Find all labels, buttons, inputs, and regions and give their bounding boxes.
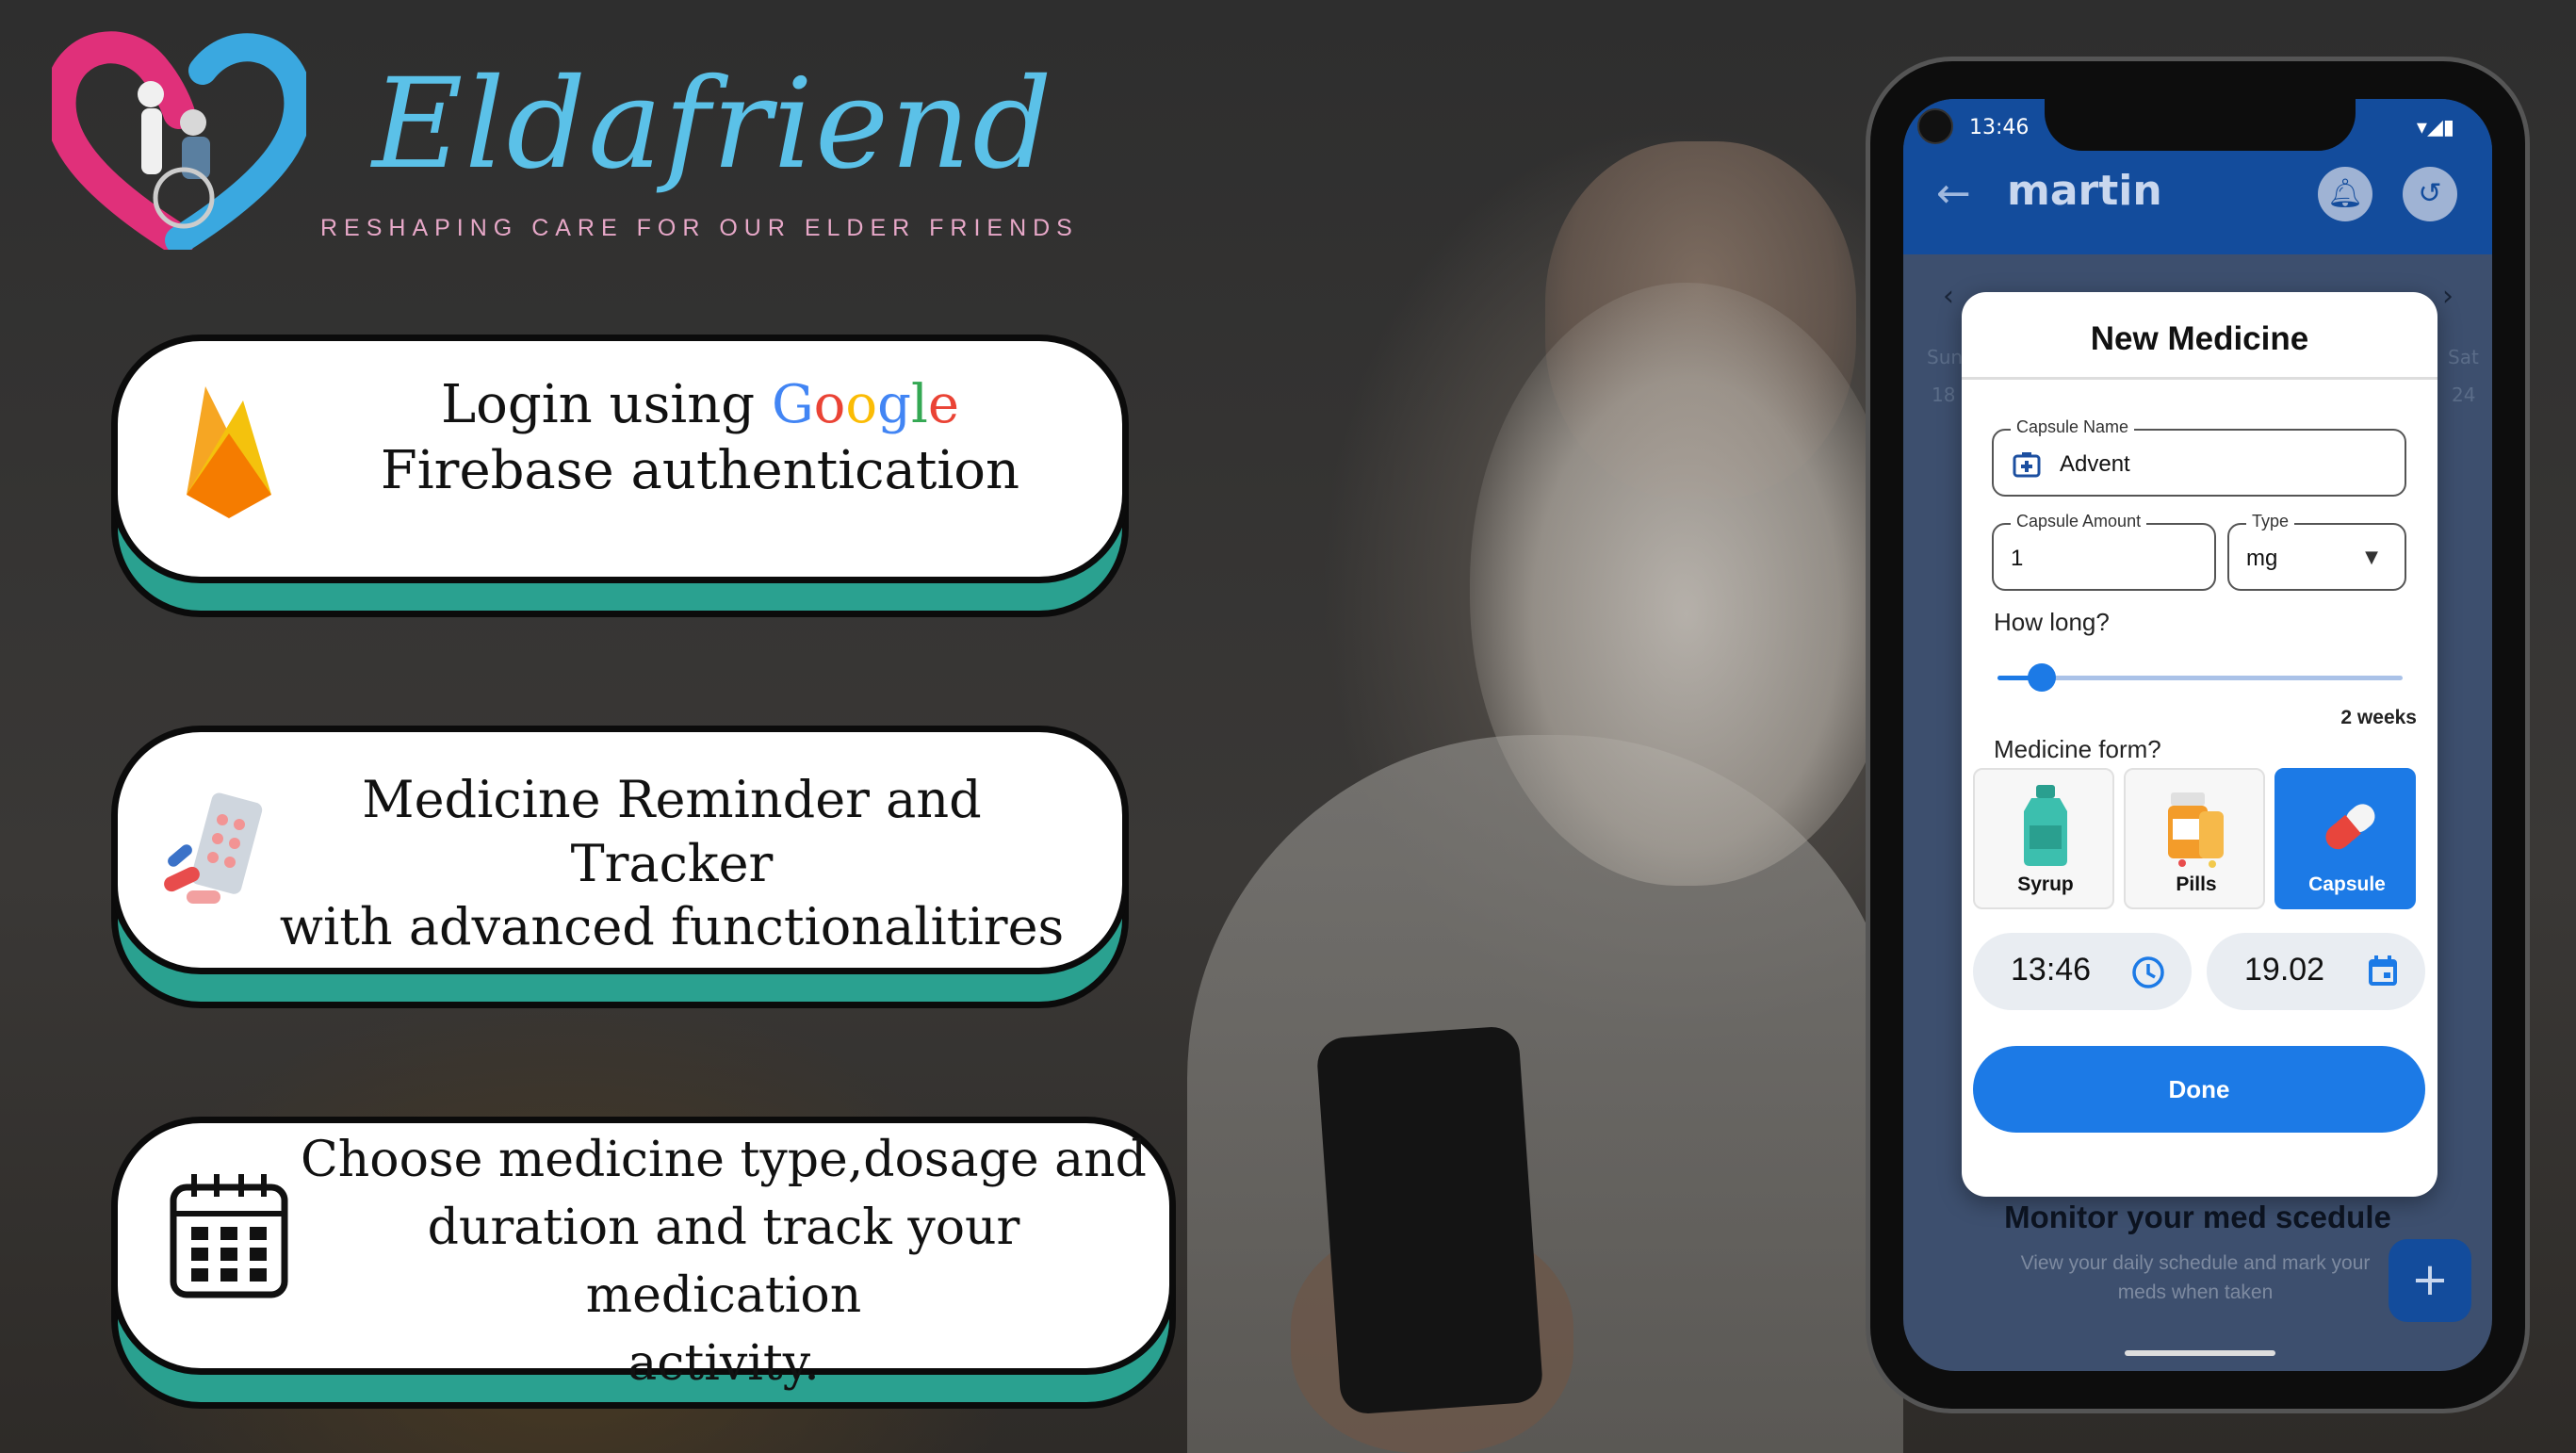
eldafriend-logo-icon — [52, 31, 306, 250]
back-arrow-icon[interactable]: ← — [1936, 170, 1971, 218]
home-indicator[interactable] — [2125, 1350, 2275, 1356]
date-value: 19.02 — [2244, 952, 2325, 988]
camera-icon — [1917, 108, 1953, 144]
add-medicine-button[interactable]: + — [2389, 1239, 2471, 1322]
form-option-pills[interactable]: Pills — [2124, 768, 2265, 909]
appbar-title: martin — [2007, 167, 2162, 215]
how-long-label: How long? — [1994, 608, 2110, 636]
duration-slider[interactable] — [1997, 663, 2403, 692]
brand-name: Eldafriend — [372, 52, 1054, 197]
calendar-prev-icon[interactable]: ‹ — [1943, 280, 1954, 313]
feature-card-tracking: Choose medicine type,dosage and duration… — [111, 1117, 1176, 1409]
type-dropdown[interactable]: Type mg ▼ — [2227, 512, 2406, 591]
capsule-amount-value: 1 — [2011, 546, 2024, 571]
status-time: 13:46 — [1969, 116, 2030, 139]
form-option-syrup-label: Syrup — [2017, 873, 2074, 895]
monitor-title: Monitor your med scedule — [2004, 1200, 2391, 1234]
status-bar: 13:46 ▾◢▮ — [1917, 108, 2464, 144]
medicine-kit-icon — [2013, 452, 2041, 478]
pill-bottle-icon — [2168, 792, 2224, 868]
firebase-icon — [187, 386, 271, 518]
brand-tagline: RESHAPING CARE FOR OUR ELDER FRIENDS — [320, 215, 1079, 241]
form-option-capsule[interactable]: Capsule — [2274, 768, 2416, 909]
calendar-icon — [170, 1174, 288, 1298]
type-value: mg — [2246, 546, 2278, 571]
feature-text-login: Login using Google Firebase authenticati… — [380, 374, 1020, 501]
capsule-amount-field[interactable]: Capsule Amount 1 — [1992, 512, 2216, 591]
duration-value: 2 weeks — [2340, 707, 2417, 728]
calendar-date-right[interactable]: 24 — [2452, 384, 2475, 406]
time-picker-button[interactable]: 13:46 — [1973, 933, 2192, 1010]
calendar-day-left: Sun — [1927, 346, 1964, 368]
date-picker-button[interactable]: 19.02 — [2207, 933, 2425, 1010]
calendar-day-right: Sat — [2448, 346, 2479, 368]
dialog-title: New Medicine — [2090, 320, 2309, 357]
capsule-icon — [2325, 804, 2375, 850]
capsule-amount-label: Capsule Amount — [2011, 512, 2147, 531]
dropdown-arrow-icon: ▼ — [2365, 547, 2378, 567]
capsule-name-value: Advent — [2060, 451, 2130, 477]
background-person-beard — [1470, 283, 1903, 886]
history-icon[interactable]: ↺ — [2403, 167, 2457, 221]
calendar-small-icon — [2369, 955, 2397, 986]
feature-text-reminder: Medicine Reminder and Tracker with advan… — [279, 770, 1065, 956]
feature-text-tracking: Choose medicine type,dosage and duration… — [301, 1132, 1147, 1392]
feature-card-login: Login using Google Firebase authenticati… — [111, 335, 1129, 617]
duration-slider-thumb[interactable] — [2028, 663, 2057, 692]
phone-screen: 13:46 ▾◢▮ ← martin 🔔︎ ↺ ‹ › Sun 18 Sat 2… — [1903, 99, 2492, 1371]
syrup-bottle-icon — [2024, 785, 2067, 866]
time-value: 13:46 — [2011, 952, 2092, 988]
medicine-form-label: Medicine form? — [1994, 735, 2161, 763]
background-handheld-phone — [1315, 1024, 1544, 1416]
feature-card-reminder: Medicine Reminder and Tracker with advan… — [111, 726, 1129, 1008]
new-medicine-dialog: New Medicine Capsule Name Advent Capsule… — [1962, 292, 2437, 1197]
notification-bell-icon[interactable]: 🔔︎ — [2318, 167, 2372, 221]
signal-battery-icon: ▾◢▮ — [2416, 116, 2454, 139]
pills-icon — [164, 792, 263, 904]
calendar-date-left[interactable]: 18 — [1932, 384, 1955, 406]
done-button[interactable]: Done — [1973, 1046, 2425, 1133]
calendar-next-icon[interactable]: › — [2442, 280, 2454, 313]
clock-icon — [2132, 956, 2164, 988]
capsule-name-label: Capsule Name — [2011, 417, 2135, 437]
type-label: Type — [2246, 512, 2295, 531]
form-option-pills-label: Pills — [2176, 873, 2217, 895]
monitor-subtitle: View your daily schedule and mark your m… — [2020, 1252, 2371, 1303]
capsule-name-field[interactable]: Capsule Name Advent — [1992, 417, 2406, 497]
dialog-divider — [1962, 377, 2437, 380]
form-option-syrup[interactable]: Syrup — [1973, 768, 2114, 909]
form-option-capsule-label: Capsule — [2308, 873, 2386, 895]
